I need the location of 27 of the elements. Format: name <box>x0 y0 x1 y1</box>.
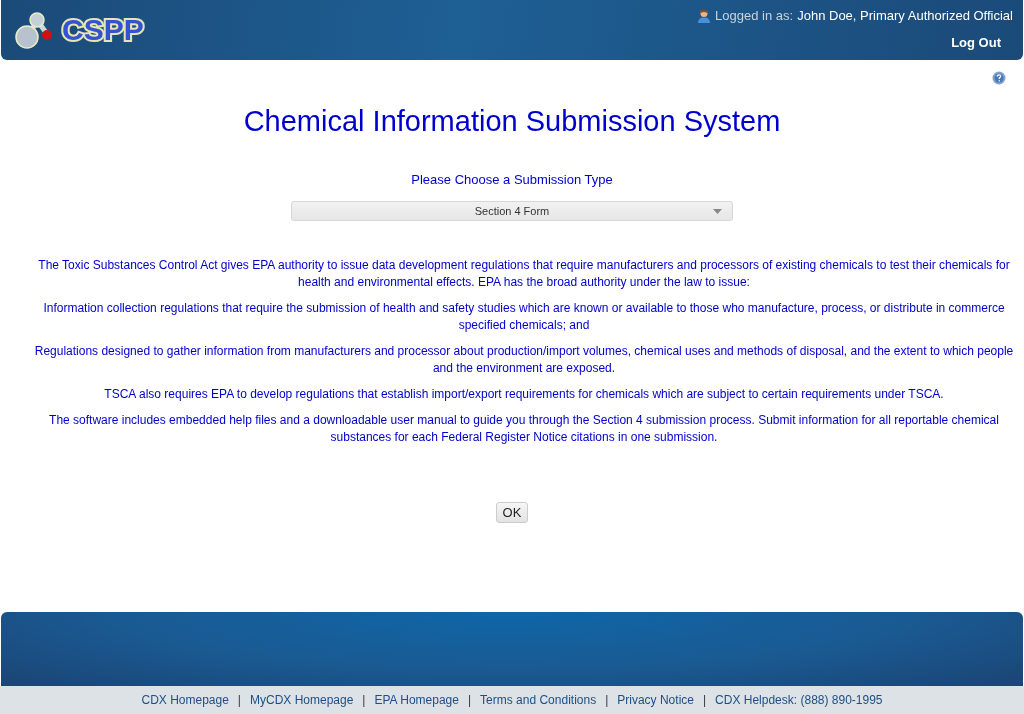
footer-link[interactable]: EPA Homepage <box>374 693 459 707</box>
dropdown-caret-icon <box>713 209 722 214</box>
submission-type-label: Please Choose a Submission Type <box>411 172 613 187</box>
page-title: Chemical Information Submission System <box>243 105 781 138</box>
user-icon <box>697 8 712 23</box>
logo-text: CSPP <box>61 13 145 47</box>
separator: | <box>362 693 366 707</box>
info-paragraph: The software includes embedded help files and a downloadable user manual to guide you through the Section 4 submission process. Submit information for all reportable chemical substances for each Federal Register Notice citations in one submission. <box>48 412 1000 446</box>
separator: | <box>237 693 241 707</box>
separator: | <box>702 693 707 707</box>
ok-button[interactable]: OK <box>495 502 529 523</box>
info-paragraph: The Toxic Substances Control Act gives EPA authority to issue data development regulations that require manufacturers and processors of existing chemicals to test their chemicals for health and environmental effects. EPA has the broad authority under the law to issue: <box>37 257 1011 291</box>
log-out-link[interactable]: Log Out <box>951 35 1001 50</box>
footer-link[interactable]: MyCDX Homepage <box>249 693 354 707</box>
info-paragraph: Regulations designed to gather information from manufacturers and processor about production/import volumes, chemical uses and methods of disposal, and the extent to which people and the environment are exposed. <box>33 343 1015 377</box>
user-name: John Doe, Primary Authorized Official <box>797 8 1013 23</box>
footer-link[interactable]: CDX Helpdesk: (888) 890-1995 <box>715 693 883 707</box>
separator: | <box>467 693 472 707</box>
footer-link[interactable]: Terms and Conditions <box>480 693 597 707</box>
separator: | <box>605 693 609 707</box>
info-paragraph: TSCA also requires EPA to develop regulations that establish import/export requirements for chemicals which are subject to certain requirements under TSCA. <box>103 386 945 403</box>
submission-type-dropdown[interactable]: Section 4 Form <box>291 201 733 221</box>
help-icon[interactable] <box>992 71 1006 85</box>
logged-in-label: Logged in as: <box>715 8 794 23</box>
info-paragraph: Information collection regulations that require the submission of health and safety studies which are known or available to those who manufacture, process, or distribute in commerce specified chemicals; and <box>42 300 1006 334</box>
footer-link[interactable]: Privacy Notice <box>617 693 694 707</box>
footer-link[interactable]: CDX Homepage <box>141 693 229 707</box>
